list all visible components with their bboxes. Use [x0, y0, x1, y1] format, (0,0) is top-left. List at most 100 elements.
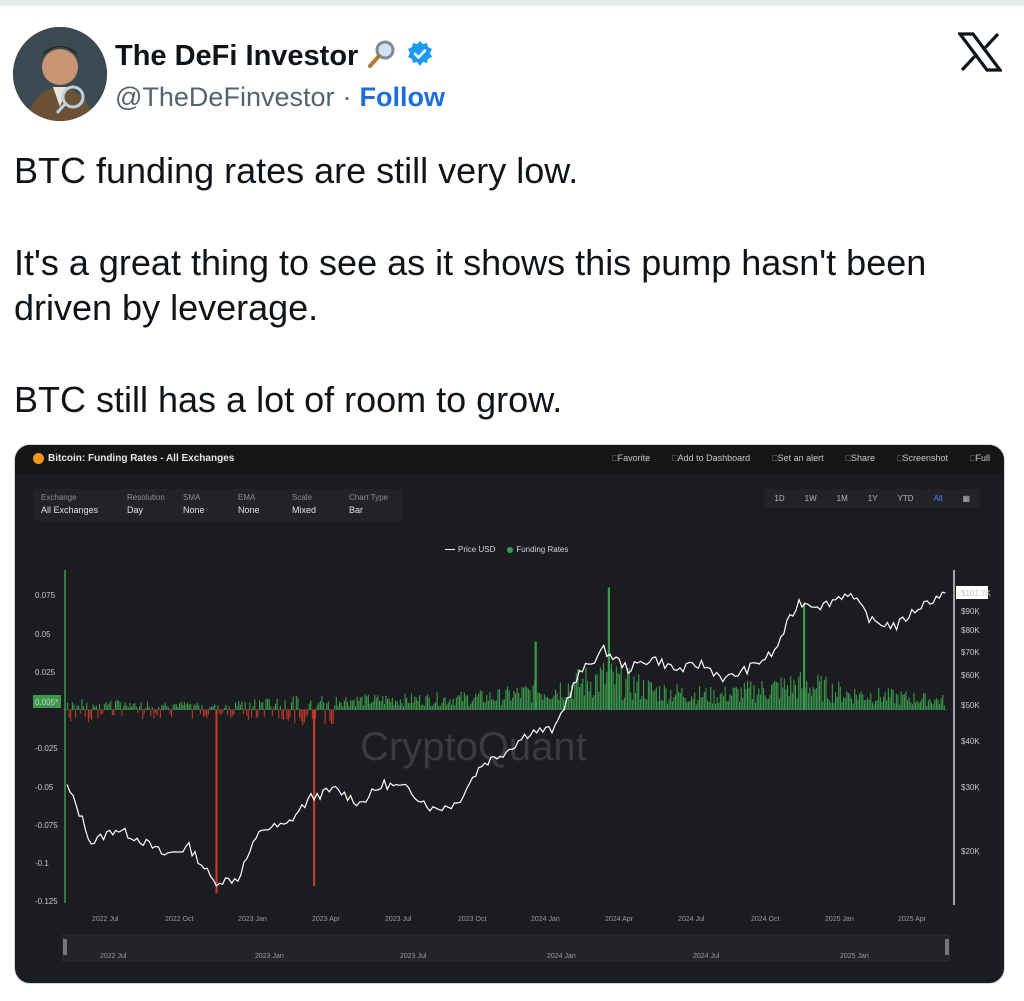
- funding-bar: [220, 709, 222, 715]
- funding-bar: [406, 698, 408, 710]
- funding-bar: [295, 696, 297, 710]
- funding-bar: [870, 693, 872, 710]
- funding-bar: [553, 695, 555, 710]
- funding-bar: [110, 700, 112, 710]
- x-axis-tick: 2023 Oct: [458, 916, 486, 923]
- funding-bar: [364, 694, 366, 710]
- funding-bar: [484, 702, 486, 710]
- funding-bar: [225, 704, 227, 710]
- funding-bar: [297, 698, 299, 710]
- funding-bar: [702, 696, 704, 710]
- funding-bar: [404, 693, 406, 710]
- funding-bar: [81, 699, 83, 710]
- funding-bar: [473, 697, 475, 710]
- funding-bar: [231, 709, 233, 717]
- funding-bar: [913, 692, 915, 710]
- funding-bar: [883, 696, 885, 710]
- funding-bar: [751, 699, 753, 710]
- funding-bar: [113, 709, 115, 716]
- funding-bar: [915, 702, 917, 710]
- author-name[interactable]: The DeFi Investor: [115, 40, 358, 73]
- funding-bar: [180, 701, 182, 710]
- funding-bar: [459, 695, 461, 710]
- funding-bar: [886, 700, 888, 710]
- funding-bar: [625, 678, 627, 710]
- funding-bar: [102, 709, 104, 714]
- funding-bar: [433, 703, 435, 710]
- funding-bar: [691, 696, 693, 710]
- funding-bar: [585, 667, 587, 710]
- funding-bar: [319, 700, 321, 710]
- funding-bar: [287, 709, 289, 721]
- funding-bar: [263, 709, 265, 717]
- funding-bar: [171, 709, 173, 717]
- follow-button[interactable]: Follow: [359, 82, 444, 113]
- funding-bar: [931, 702, 933, 710]
- funding-bar: [262, 701, 264, 710]
- funding-bar: [158, 707, 160, 710]
- funding-bar: [257, 709, 259, 717]
- funding-bar: [780, 677, 782, 710]
- funding-bar: [940, 698, 942, 710]
- x-axis-tick: 2025 Apr: [898, 916, 927, 923]
- funding-bar: [363, 705, 365, 710]
- funding-bar: [831, 683, 833, 710]
- funding-bar: [475, 693, 477, 710]
- funding-bar: [435, 702, 437, 710]
- funding-bar: [734, 688, 736, 710]
- funding-bar: [187, 702, 189, 710]
- funding-bar: [420, 705, 422, 710]
- funding-bar: [446, 704, 448, 710]
- author-avatar[interactable]: [13, 27, 107, 121]
- funding-bar: [567, 683, 569, 710]
- funding-bar: [796, 698, 798, 710]
- funding-bar: [150, 709, 152, 717]
- verified-badge-icon: [406, 40, 434, 73]
- funding-bar: [155, 709, 157, 713]
- x-axis-tick: 2024 Apr: [605, 916, 634, 923]
- funding-bar: [251, 709, 253, 718]
- funding-bar: [647, 680, 649, 710]
- funding-bar: [91, 709, 93, 720]
- funding-bar: [468, 705, 470, 710]
- funding-bar: [649, 682, 651, 710]
- navigator-track: [62, 934, 950, 962]
- funding-bar: [787, 685, 789, 710]
- funding-bar: [167, 707, 169, 710]
- funding-bar: [593, 695, 595, 710]
- right-axis-tick: $50K: [961, 701, 980, 710]
- chart-image-card[interactable]: Bitcoin: Funding Rates - All Exchanges F…: [14, 444, 1005, 984]
- x-logo-icon[interactable]: [956, 32, 1004, 72]
- funding-bar: [414, 696, 416, 710]
- funding-bar: [667, 703, 669, 710]
- funding-bar: [449, 699, 451, 710]
- funding-bar: [934, 700, 936, 710]
- funding-bar: [307, 709, 309, 716]
- funding-bar: [561, 697, 563, 710]
- funding-bar: [871, 702, 873, 710]
- funding-bar: [95, 705, 97, 710]
- funding-bar: [790, 676, 792, 710]
- funding-bar: [455, 697, 457, 710]
- funding-bar: [337, 705, 339, 710]
- funding-bar: [724, 686, 726, 710]
- funding-bar: [75, 709, 77, 718]
- funding-bar: [779, 698, 781, 710]
- funding-bar: [247, 709, 249, 721]
- funding-bar: [470, 703, 472, 710]
- funding-bar: [401, 703, 403, 710]
- funding-bar: [76, 705, 78, 710]
- funding-bar: [489, 692, 491, 710]
- funding-bar: [383, 704, 385, 710]
- author-handle-row: @TheDeFinvestor · Follow: [115, 82, 445, 113]
- funding-bar: [199, 709, 201, 715]
- funding-bar: [70, 709, 72, 722]
- funding-bar: [119, 702, 121, 710]
- funding-spike: [215, 709, 218, 894]
- funding-bar: [550, 699, 552, 710]
- funding-bar: [902, 694, 904, 710]
- author-handle[interactable]: @TheDeFinvestor: [115, 82, 334, 113]
- funding-bar: [846, 691, 848, 710]
- funding-bar: [620, 664, 622, 710]
- funding-bar: [398, 705, 400, 710]
